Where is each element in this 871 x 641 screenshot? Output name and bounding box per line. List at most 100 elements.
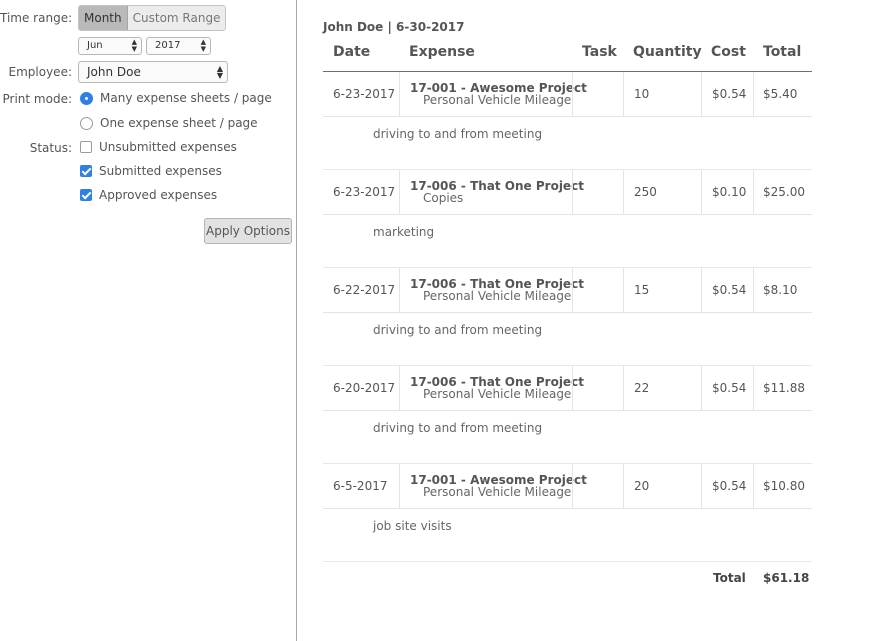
cell-divider [753,464,754,509]
cell-divider [399,72,400,117]
row-cost: $0.54 [712,381,747,395]
cell-divider [701,464,702,509]
report-title: John Doe | 6-30-2017 [323,20,465,34]
row-quantity: 20 [634,479,650,493]
print-mode-label: Print mode: [2,92,73,106]
expense-line: 6-23-2017 17-001 - Awesome Project Persona… [323,72,812,117]
cell-divider [399,464,400,509]
checkbox-icon[interactable] [80,141,92,153]
cell-divider [701,268,702,313]
checkbox-checked-icon[interactable] [80,165,92,177]
col-expense: Expense [409,44,475,60]
table-row: 6-23-2017 17-006 - That One Project Copies… [323,170,812,268]
cell-divider [753,170,754,215]
expense-line: 6-22-2017 17-006 - That One Project Person… [323,268,812,313]
expense-report: John Doe | 6-30-2017 Date Expense Task Q… [323,20,812,592]
employee-select[interactable]: John Doe ▲ ▼ [78,61,228,83]
custom-range-tab[interactable]: Custom Range [127,6,226,30]
cell-divider [572,72,573,117]
status-unsubmitted[interactable]: Unsubmitted expenses [80,140,237,154]
cell-divider [623,464,624,509]
total-label: Total [713,571,746,585]
col-date: Date [333,44,371,60]
cell-divider [753,366,754,411]
cell-divider [701,72,702,117]
row-category: Personal Vehicle Mileage [423,93,572,107]
expense-line: 6-5-2017 17-001 - Awesome Project Personal… [323,464,812,509]
cell-divider [701,170,702,215]
employee-label: Employee: [8,65,72,79]
print-mode-one[interactable]: One expense sheet / page [80,116,258,130]
print-mode-one-label: One expense sheet / page [100,116,258,130]
col-task: Task [582,44,617,60]
row-category: Personal Vehicle Mileage [423,289,572,303]
row-quantity: 250 [634,185,657,199]
table-row: 6-20-2017 17-006 - That One Project Person… [323,366,812,464]
cell-divider [399,268,400,313]
employee-select-value: John Doe [87,65,141,79]
cell-divider [623,170,624,215]
month-tab[interactable]: Month [79,6,128,30]
row-total: $8.10 [763,283,798,297]
cell-divider [623,366,624,411]
time-range-label: Time range: [0,11,73,25]
row-total: $10.80 [763,479,805,493]
row-cost: $0.54 [712,479,747,493]
select-arrows-icon: ▲ ▼ [131,38,137,53]
row-category: Copies [423,191,464,205]
row-total: $11.88 [763,381,805,395]
row-note: driving to and from meeting [373,421,543,435]
status-label: Status: [29,141,72,155]
row-date: 6-20-2017 [333,381,396,395]
month-select[interactable]: Jun ▲ ▼ [78,37,142,55]
print-mode-many[interactable]: Many expense sheets / page [80,91,272,105]
select-arrows-icon: ▲ ▼ [200,38,206,53]
radio-icon[interactable] [80,116,93,130]
cell-divider [572,366,573,411]
cell-divider [701,366,702,411]
row-category: Personal Vehicle Mileage [423,387,572,401]
expense-line: 6-20-2017 17-006 - That One Project Person… [323,366,812,411]
select-arrows-icon: ▲ ▼ [216,64,223,80]
status-approved[interactable]: Approved expenses [80,188,217,202]
row-date: 6-5-2017 [333,479,388,493]
row-quantity: 10 [634,87,650,101]
table-row: 6-5-2017 17-001 - Awesome Project Personal… [323,464,812,562]
status-unsubmitted-label: Unsubmitted expenses [99,140,237,154]
print-mode-many-label: Many expense sheets / page [100,91,272,105]
cell-divider [572,268,573,313]
cell-divider [399,170,400,215]
row-cost: $0.54 [712,87,747,101]
cell-divider [623,72,624,117]
cell-divider [572,464,573,509]
time-range-toggle: Month Custom Range [78,5,227,31]
col-quantity: Quantity [633,44,702,60]
year-select[interactable]: 2017 ▲ ▼ [146,37,211,55]
status-submitted-label: Submitted expenses [99,164,222,178]
expense-line: 6-23-2017 17-006 - That One Project Copies… [323,170,812,215]
cell-divider [753,268,754,313]
cell-divider [399,366,400,411]
row-date: 6-22-2017 [333,283,396,297]
radio-selected-icon[interactable] [80,91,93,105]
row-category: Personal Vehicle Mileage [423,485,572,499]
row-total: $5.40 [763,87,798,101]
row-note: driving to and from meeting [373,127,543,141]
month-select-value: Jun [87,40,103,51]
year-select-value: 2017 [155,40,181,51]
row-quantity: 15 [634,283,650,297]
cell-divider [572,170,573,215]
row-cost: $0.54 [712,283,747,297]
grand-total-row: Total $61.18 [323,562,812,592]
col-cost: Cost [711,44,746,60]
row-note: marketing [373,225,435,239]
status-submitted[interactable]: Submitted expenses [80,164,222,178]
row-date: 6-23-2017 [333,87,396,101]
checkbox-checked-icon[interactable] [80,189,92,201]
row-cost: $0.10 [712,185,747,199]
apply-options-button[interactable]: Apply Options [204,218,292,244]
status-approved-label: Approved expenses [99,188,218,202]
table-header: Date Expense Task Quantity Cost Total [323,36,812,72]
row-note: job site visits [373,519,452,533]
row-total: $25.00 [763,185,805,199]
